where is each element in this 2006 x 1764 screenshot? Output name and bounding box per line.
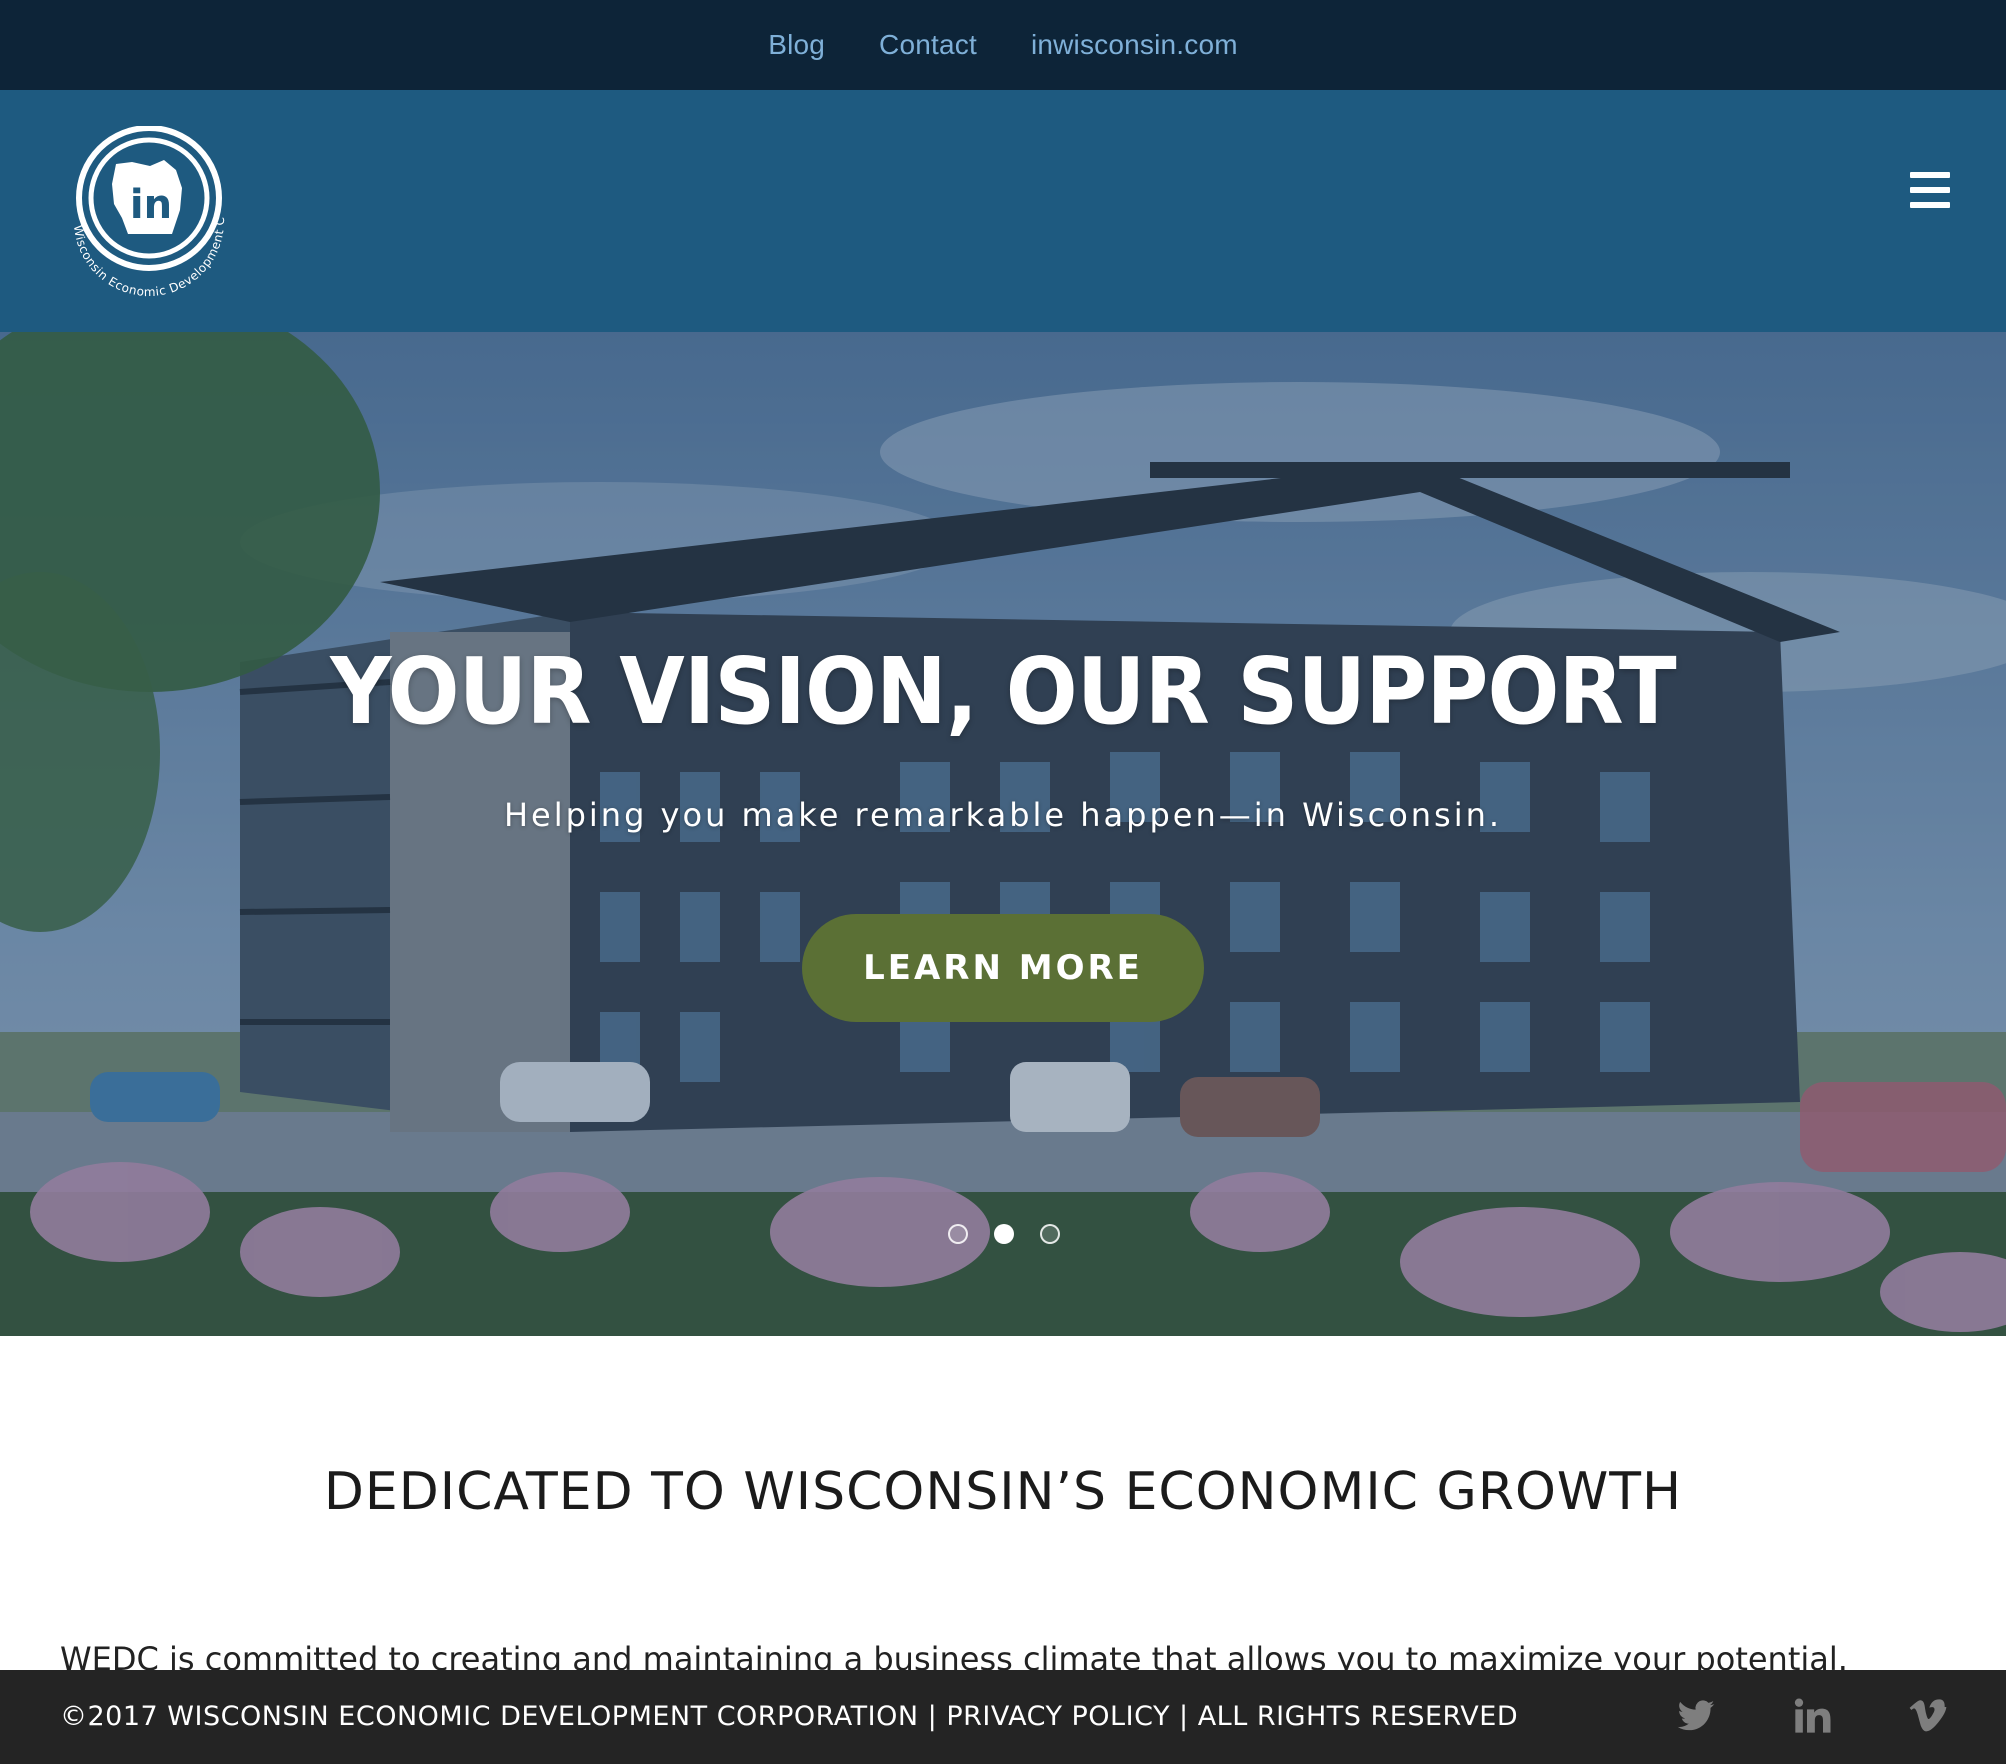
site-footer: ©2017 WISCONSIN ECONOMIC DEVELOPMENT COR… [0,1670,2006,1764]
footer-separator: | [1169,1701,1198,1732]
nav-link-contact[interactable]: Contact [879,29,977,61]
nav-link-inwisconsin[interactable]: inwisconsin.com [1031,29,1238,61]
site-header: in Wisconsin Economic Development Corpor… [0,90,2006,332]
slider-pagination [948,1224,1060,1244]
twitter-icon[interactable] [1676,1696,1716,1736]
logo-mark-text: in [130,182,172,228]
social-links [1676,1696,1948,1736]
hero-title: YOUR VISION, OUR SUPPORT [330,638,1676,745]
slide-dot-3[interactable] [1040,1224,1060,1244]
nav-link-blog[interactable]: Blog [768,29,825,61]
linkedin-icon[interactable] [1792,1696,1832,1736]
vimeo-icon[interactable] [1908,1696,1948,1736]
slide-dot-1[interactable] [948,1224,968,1244]
wedc-logo[interactable]: in Wisconsin Economic Development Corpor… [54,126,244,316]
top-utility-nav: Blog Contact inwisconsin.com [0,0,2006,90]
hero-slider: YOUR VISION, OUR SUPPORT Helping you mak… [0,332,2006,1336]
footer-separator: | [918,1701,947,1732]
hamburger-menu-icon[interactable] [1910,172,1950,208]
slide-dot-2[interactable] [994,1224,1014,1244]
section-heading: DEDICATED TO WISCONSIN’S ECONOMIC GROWTH [323,1462,1683,1522]
learn-more-button[interactable]: LEARN MORE [802,914,1204,1022]
hero-subtitle: Helping you make remarkable happen—in Wi… [503,796,1503,834]
privacy-policy-link[interactable]: PRIVACY POLICY [946,1701,1170,1732]
footer-copyright: ©2017 WISCONSIN ECONOMIC DEVELOPMENT COR… [60,1701,919,1732]
footer-rights: ALL RIGHTS RESERVED [1197,1701,1519,1732]
footer-legal: ©2017 WISCONSIN ECONOMIC DEVELOPMENT COR… [60,1670,1518,1764]
